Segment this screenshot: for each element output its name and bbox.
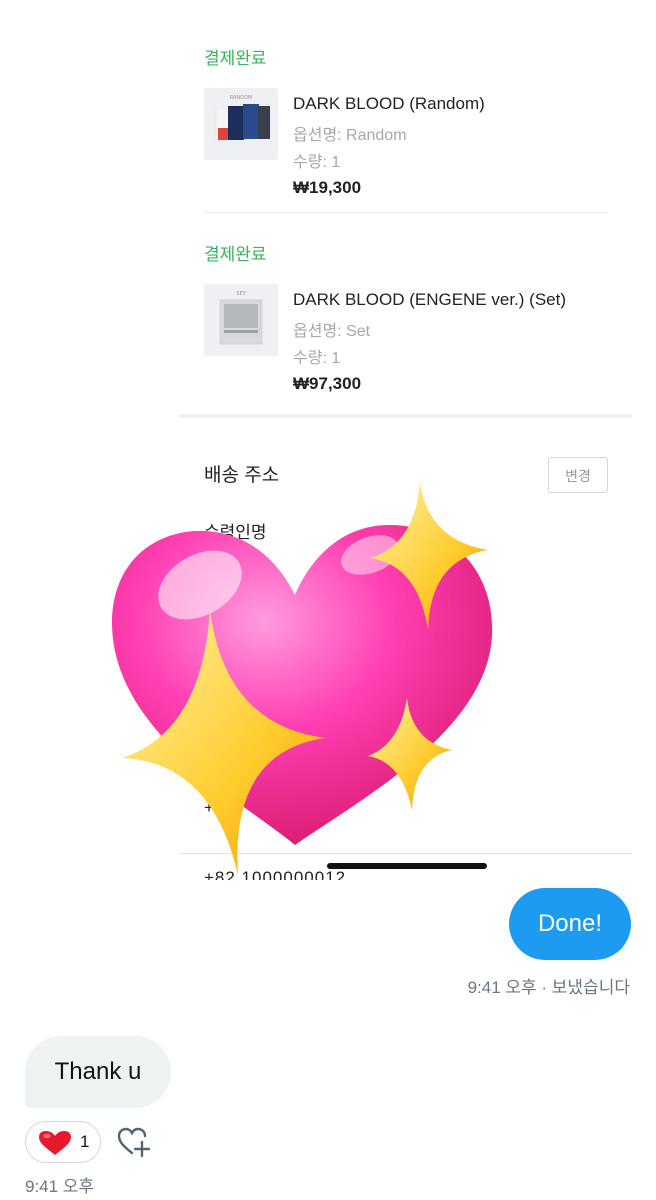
order-item: 결제완료 RANDOM DARK BLOOD (Random) 옵션명: Ran… (204, 44, 608, 197)
product-name: DARK BLOOD (Random) (293, 94, 485, 113)
order-status: 결제완료 (204, 245, 267, 264)
product-option: 옵션명: Set (293, 323, 371, 340)
change-address-button[interactable]: 변경 (548, 457, 608, 493)
reaction-chip[interactable]: 1 (25, 1121, 101, 1163)
thumb-label: RANDOM (230, 95, 253, 101)
sparkling-heart-icon (111, 482, 493, 875)
reaction-count: 1 (80, 1132, 90, 1151)
product-name: DARK BLOOD (ENGENE ver.) (Set) (293, 290, 566, 309)
product-thumbnail: RANDOM (204, 88, 278, 160)
red-heart-icon (39, 1131, 71, 1155)
product-price: ₩97,300 (293, 374, 362, 393)
product-quantity: 수량: 1 (293, 154, 341, 171)
section-divider (180, 414, 632, 418)
order-item: 결제완료 SET DARK BLOOD (ENGENE ver.) (Set) … (204, 240, 608, 393)
product-thumbnail: SET (204, 284, 278, 356)
add-reaction-icon[interactable] (116, 1124, 152, 1160)
outgoing-message-meta: 9:41 오후 · 보냈습니다 (467, 978, 630, 997)
outgoing-message-bubble[interactable]: Done! (509, 888, 631, 960)
thumb-label: SET (236, 291, 246, 297)
incoming-message-meta: 9:41 오후 (25, 1177, 95, 1196)
product-quantity: 수량: 1 (293, 350, 341, 367)
product-option: 옵션명: Random (293, 127, 407, 144)
divider (204, 212, 608, 213)
product-price: ₩19,300 (293, 178, 362, 197)
incoming-message-bubble[interactable]: Thank u (25, 1036, 171, 1108)
order-status: 결제완료 (204, 49, 267, 68)
